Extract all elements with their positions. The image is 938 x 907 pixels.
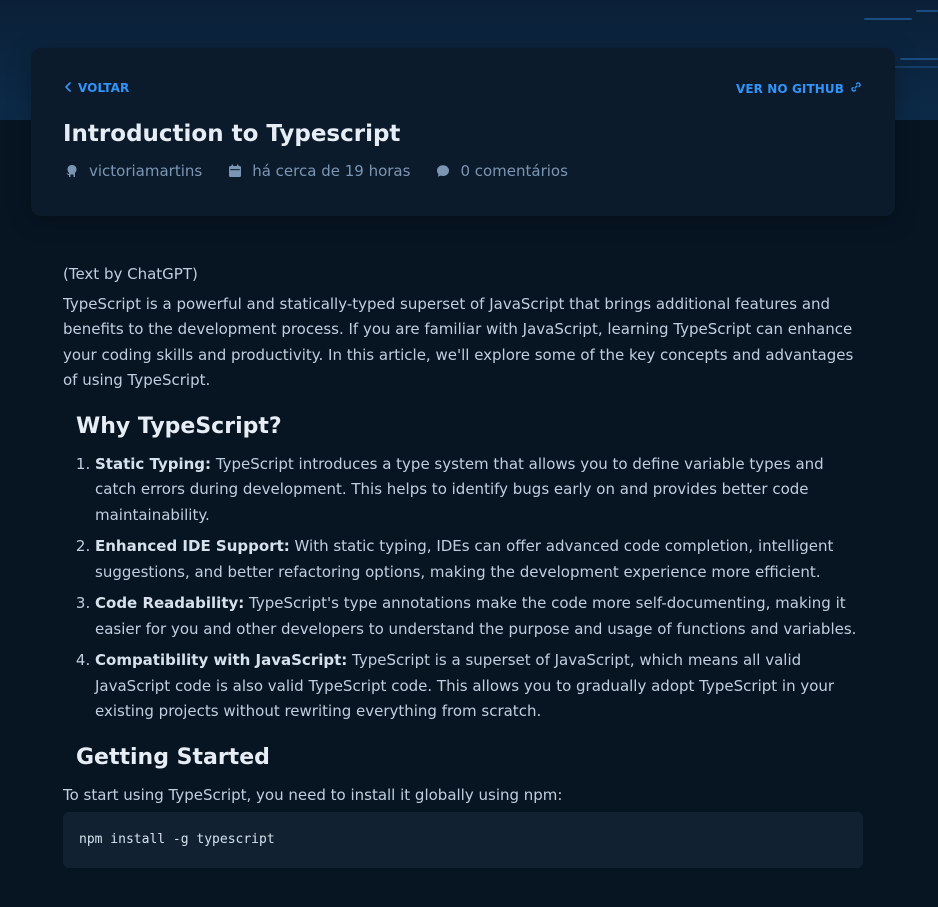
list-item-term: Code Readability: xyxy=(95,594,245,612)
list-item-term: Enhanced IDE Support: xyxy=(95,537,290,555)
hero-decoration xyxy=(900,58,938,60)
author-name: victoriamartins xyxy=(89,162,203,180)
chevron-left-icon xyxy=(64,81,72,95)
article-content: (Text by ChatGPT) TypeScript is a powerf… xyxy=(63,262,863,868)
post-header-card: VOLTAR VER NO GITHUB Introduction to Typ… xyxy=(31,48,895,216)
code-block[interactable]: npm install -g typescript xyxy=(63,812,863,868)
meta-comments: 0 comentários xyxy=(435,162,568,180)
code-line: npm install -g typescript xyxy=(79,832,275,847)
list-item-term: Static Typing: xyxy=(95,454,212,473)
reasons-list: Static Typing: TypeScript introduces a t… xyxy=(63,452,863,725)
calendar-icon xyxy=(227,163,243,179)
github-link-label: VER NO GITHUB xyxy=(735,81,844,96)
getting-started-paragraph: To start using TypeScript, you need to i… xyxy=(63,785,563,804)
section-heading-getting-started: Getting Started xyxy=(76,744,270,770)
github-icon xyxy=(64,163,80,179)
meta-author: victoriamartins xyxy=(64,162,202,180)
comment-count: 0 comentários xyxy=(460,162,568,180)
list-item: Compatibility with JavaScript: TypeScrip… xyxy=(95,648,863,725)
list-item-term: Compatibility with JavaScript: xyxy=(95,651,348,669)
meta-date: há cerca de 19 horas xyxy=(227,162,410,180)
list-item: Static Typing: TypeScript introduces a t… xyxy=(95,452,863,529)
list-item: Code Readability: TypeScript's type anno… xyxy=(95,591,863,642)
github-link[interactable]: VER NO GITHUB xyxy=(736,81,862,96)
back-link[interactable]: VOLTAR xyxy=(64,81,129,95)
post-title: Introduction to Typescript xyxy=(63,121,401,147)
comment-icon xyxy=(435,163,451,179)
hero-decoration xyxy=(864,18,912,20)
intro-source: (Text by ChatGPT) xyxy=(63,265,198,283)
post-date: há cerca de 19 horas xyxy=(252,162,411,180)
external-link-icon xyxy=(850,81,862,96)
hero-decoration xyxy=(916,10,938,12)
post-meta: victoriamartins há cerca de 19 horas 0 c… xyxy=(64,162,593,180)
back-link-label: VOLTAR xyxy=(78,81,130,95)
list-item: Enhanced IDE Support: With static typing… xyxy=(95,534,863,585)
section-heading-why: Why TypeScript? xyxy=(76,413,282,439)
page: VOLTAR VER NO GITHUB Introduction to Typ… xyxy=(0,0,938,907)
intro-paragraph: TypeScript is a powerful and statically-… xyxy=(63,294,854,390)
